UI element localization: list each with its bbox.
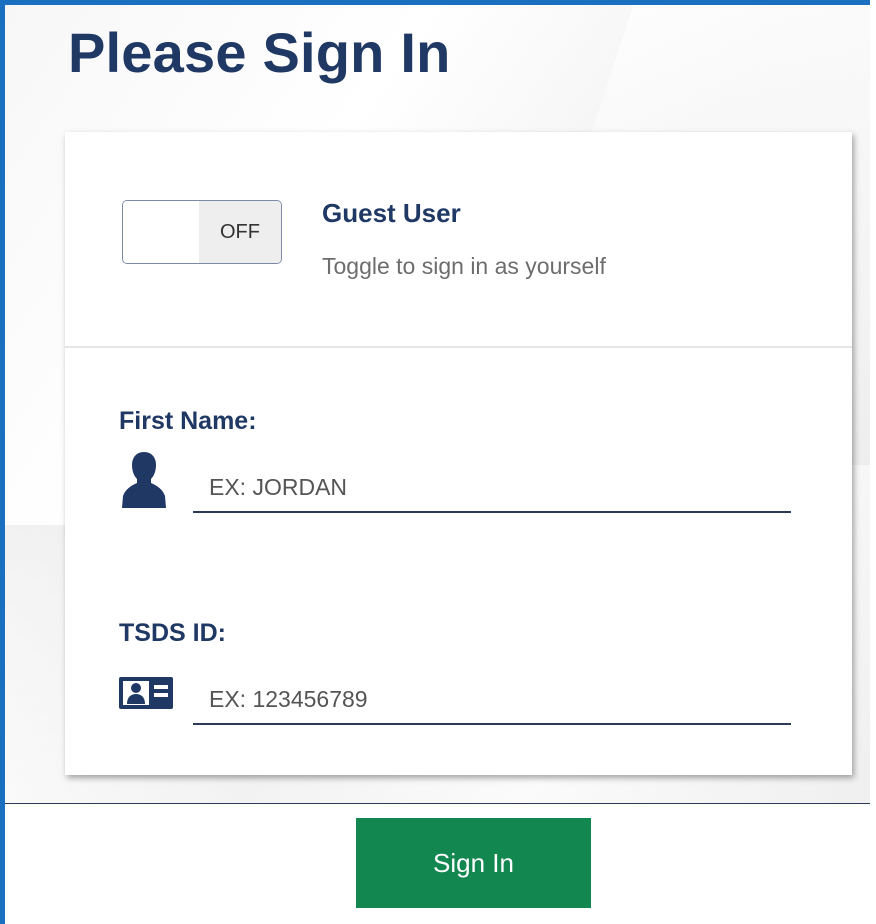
toggle-knob — [123, 201, 201, 263]
sign-in-card: OFF Guest User Toggle to sign in as your… — [65, 132, 852, 775]
guest-user-section: OFF Guest User Toggle to sign in as your… — [65, 132, 852, 348]
guest-user-toggle[interactable]: OFF — [122, 200, 282, 264]
person-icon — [121, 450, 167, 515]
first-name-label: First Name: — [119, 407, 257, 435]
sign-in-page: Please Sign In OFF Guest User Toggle to … — [0, 0, 870, 924]
tsds-id-input[interactable] — [193, 675, 791, 725]
tsds-id-label: TSDS ID: — [119, 619, 226, 647]
first-name-input[interactable] — [193, 463, 791, 513]
id-card-icon — [119, 677, 173, 714]
toggle-state-label: OFF — [199, 201, 281, 263]
guest-user-title: Guest User — [322, 198, 461, 228]
footer-divider — [5, 803, 870, 804]
sign-in-button[interactable]: Sign In — [356, 818, 591, 908]
guest-user-subtitle: Toggle to sign in as yourself — [322, 253, 606, 279]
page-title: Please Sign In — [68, 21, 451, 84]
